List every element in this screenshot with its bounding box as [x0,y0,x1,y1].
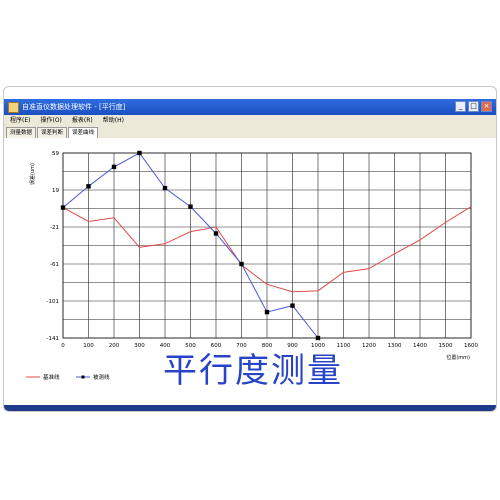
data-point [188,204,193,209]
y-tick-label: 59 [52,151,59,157]
data-point [162,185,168,191]
menu-bar: 程序(E) 操作(O) 报表(R) 帮助(H) [4,115,496,127]
data-point [315,335,321,341]
x-tick-label: 300 [134,343,145,349]
legend-label-0: 基准线 [43,373,60,381]
menu-report[interactable]: 报表(R) [72,115,93,127]
close-button[interactable]: × [481,101,492,112]
legend-label-1: 被测线 [93,373,110,381]
maximize-button[interactable]: □ [468,101,479,112]
data-point [86,184,91,189]
y-tick-label: -101 [47,299,59,305]
y-tick-label: -61 [50,262,59,268]
tab-error-judgement[interactable]: 误差判断 [37,127,68,138]
menu-operate[interactable]: 操作(O) [40,115,61,127]
tab-strip: 测量数据 误差判断 误差曲线 [4,127,496,138]
menu-program[interactable]: 程序(E) [10,115,30,127]
tab-measurement-data[interactable]: 测量数据 [6,127,37,138]
data-point [111,164,117,170]
x-tick-label: 1200 [362,343,376,349]
app-icon [8,102,19,113]
window-title: 自准直仪数据处理软件 - [平行度] [22,103,126,111]
title-bar[interactable]: 自准直仪数据处理软件 - [平行度] _ □ × [4,99,496,115]
x-tick-label: 100 [83,343,94,349]
x-tick-label: 0 [61,343,65,349]
y-axis-label: 误差(um) [29,163,36,185]
y-tick-label: 19 [52,188,59,194]
data-point [290,303,295,308]
data-point [213,231,219,236]
tab-error-curve[interactable]: 误差曲线 [68,127,99,138]
legend-marker [81,375,85,379]
x-tick-label: 1600 [464,343,478,349]
data-point [60,205,66,210]
data-point [137,150,142,156]
y-tick-label: -21 [50,225,59,231]
x-tick-label: 1500 [439,343,453,349]
data-point [239,261,244,267]
x-axis-label: 位置(mm) [446,354,470,361]
minimize-button[interactable]: _ [455,101,466,112]
x-tick-label: 1400 [413,343,427,349]
menu-help[interactable]: 帮助(H) [103,115,124,127]
x-tick-label: 1300 [388,343,402,349]
data-point [264,309,270,315]
caption-text: 平行度测量 [163,351,343,391]
bottom-accent-bar [4,405,496,411]
y-tick-label: -141 [47,336,59,342]
x-tick-label: 200 [109,343,120,349]
